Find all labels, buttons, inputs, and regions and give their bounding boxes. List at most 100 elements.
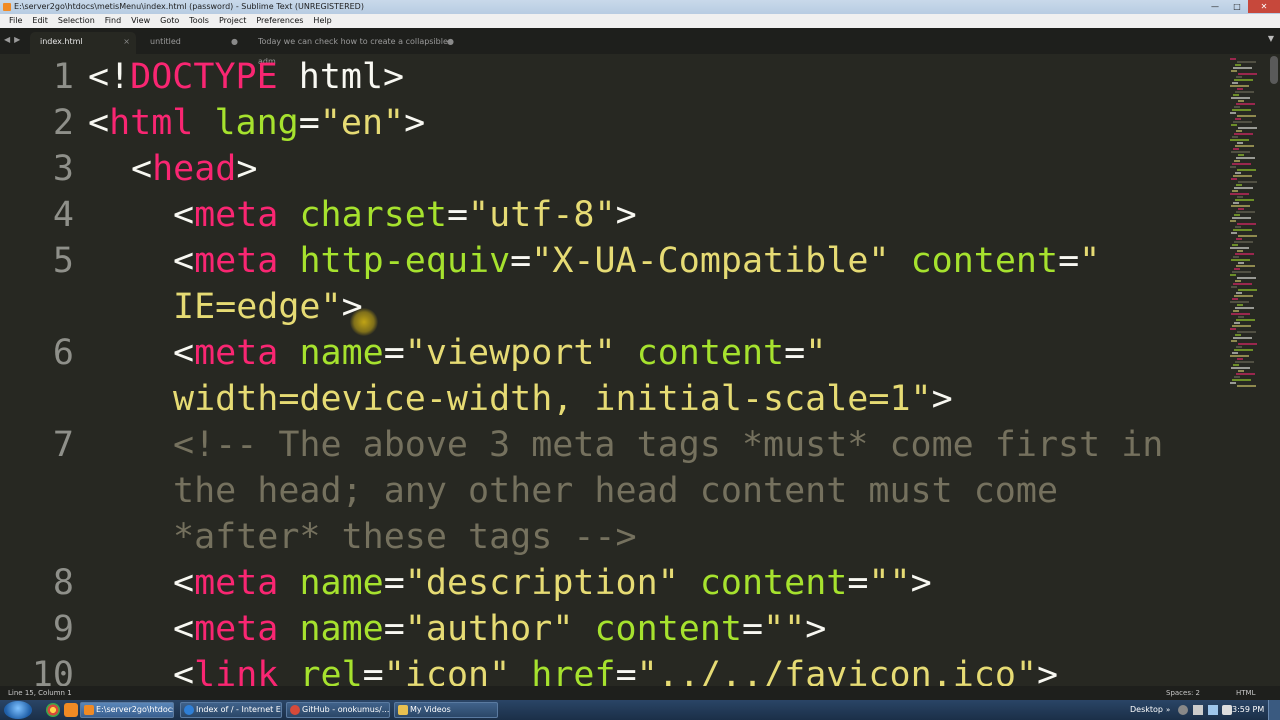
menu-find[interactable]: Find xyxy=(100,14,126,28)
start-button[interactable] xyxy=(4,701,32,719)
tab-label: untitled xyxy=(150,37,181,46)
minimap-line xyxy=(1235,253,1254,255)
show-desktop-button[interactable] xyxy=(1268,700,1280,720)
minimap-line xyxy=(1232,379,1251,381)
chrome-pinned-icon[interactable] xyxy=(46,703,60,717)
menu-edit[interactable]: Edit xyxy=(27,14,53,28)
minimap-line xyxy=(1230,58,1236,60)
tray-flag-icon[interactable] xyxy=(1193,705,1203,715)
tab-list-icon[interactable]: ▼ xyxy=(1268,34,1274,43)
line-number: 2 xyxy=(52,103,74,143)
minimap-line xyxy=(1237,88,1243,90)
minimap-line xyxy=(1234,268,1240,270)
minimap-line xyxy=(1238,181,1257,183)
minimap-line xyxy=(1236,76,1242,78)
minimap-line xyxy=(1230,112,1236,114)
minimap-line xyxy=(1232,352,1238,354)
minimap-line xyxy=(1237,169,1256,171)
minimap[interactable] xyxy=(1228,54,1268,404)
minimap-line xyxy=(1237,277,1256,279)
minimap-line xyxy=(1230,382,1236,384)
task-label: GitHub - onokumus/... xyxy=(302,705,390,714)
minimap-line xyxy=(1238,289,1257,291)
minimap-line xyxy=(1232,136,1238,138)
syntax-setting[interactable]: HTML xyxy=(1236,686,1255,700)
code-line: <!DOCTYPE html> xyxy=(88,57,405,97)
tab-untitled[interactable]: untitled ● xyxy=(140,32,244,54)
menu-goto[interactable]: Goto xyxy=(155,14,184,28)
minimap-line xyxy=(1233,148,1239,150)
minimap-line xyxy=(1233,94,1239,96)
sublime-icon xyxy=(84,705,94,715)
minimap-line xyxy=(1237,223,1256,225)
maximize-button[interactable]: □ xyxy=(1226,0,1248,13)
minimap-line xyxy=(1238,343,1257,345)
minimap-line xyxy=(1233,283,1252,285)
minimap-line xyxy=(1230,193,1249,195)
minimap-line xyxy=(1231,124,1237,126)
minimap-line xyxy=(1237,385,1256,387)
menu-tools[interactable]: Tools xyxy=(184,14,214,28)
taskbar-internet-explorer[interactable]: Index of / - Internet E... xyxy=(180,702,282,718)
tab-index-html[interactable]: index.html × xyxy=(30,32,136,54)
minimap-line xyxy=(1237,196,1243,198)
menu-help[interactable]: Help xyxy=(308,14,336,28)
desktop-toolbar[interactable]: Desktop xyxy=(1130,700,1163,720)
tab-nav-arrows[interactable]: ◀▶ xyxy=(4,35,24,44)
minimap-line xyxy=(1238,208,1244,210)
tab-dirty-dot-icon[interactable]: ● xyxy=(231,32,238,52)
desktop-toolbar-arrow-icon[interactable]: » xyxy=(1166,700,1170,720)
window-controls: — □ ✕ xyxy=(1204,0,1280,14)
minimap-line xyxy=(1235,361,1254,363)
menu-bar: File Edit Selection Find View Goto Tools… xyxy=(0,14,1280,28)
code-editor[interactable]: 1 <!DOCTYPE html> 2 <html lang="en"> 3 <head>… xyxy=(0,54,1228,686)
taskbar-my-videos[interactable]: My Videos xyxy=(394,702,498,718)
minimap-line xyxy=(1235,91,1254,93)
minimap-line xyxy=(1236,157,1255,159)
minimap-line xyxy=(1232,325,1251,327)
indentation-setting[interactable]: Spaces: 2 xyxy=(1166,686,1200,700)
menu-preferences[interactable]: Preferences xyxy=(251,14,308,28)
tab-dirty-dot-icon[interactable]: ● xyxy=(447,32,454,52)
minimap-line xyxy=(1231,151,1250,153)
tray-monitor-icon[interactable] xyxy=(1208,705,1218,715)
code-line: <head> xyxy=(131,149,258,189)
sublime-pinned-icon[interactable] xyxy=(64,703,78,717)
taskbar-sublime[interactable]: E:\server2go\htdocs\... xyxy=(80,702,174,718)
menu-view[interactable]: View xyxy=(126,14,155,28)
code-line: <!-- The above 3 meta tags *must* come f… xyxy=(173,425,1164,465)
minimap-line xyxy=(1233,121,1252,123)
tray-volume-icon[interactable] xyxy=(1222,705,1232,715)
taskbar-clock[interactable]: 3:59 PM xyxy=(1232,700,1264,720)
minimap-line xyxy=(1238,127,1257,129)
minimap-line xyxy=(1232,271,1251,273)
minimap-line xyxy=(1234,241,1253,243)
vertical-scrollbar[interactable] xyxy=(1270,56,1278,84)
status-bar: Line 15, Column 1 Spaces: 2 HTML xyxy=(0,686,1280,700)
close-button[interactable]: ✕ xyxy=(1248,0,1280,13)
minimap-line xyxy=(1234,295,1253,297)
minimap-line xyxy=(1234,106,1240,108)
tab-bar: ◀▶ index.html × untitled ● Today we can … xyxy=(0,28,1280,66)
minimap-line xyxy=(1234,160,1240,162)
minimap-line xyxy=(1232,163,1251,165)
line-number: 5 xyxy=(52,241,74,281)
minimap-line xyxy=(1230,139,1249,141)
minimap-line xyxy=(1234,214,1240,216)
code-line: <meta name="author" content=""> xyxy=(173,609,827,649)
menu-project[interactable]: Project xyxy=(214,14,251,28)
taskbar-chrome-github[interactable]: GitHub - onokumus/... xyxy=(286,702,390,718)
minimize-button[interactable]: — xyxy=(1204,0,1226,13)
tab-close-icon[interactable]: × xyxy=(123,32,130,52)
minimap-line xyxy=(1237,250,1243,252)
tray-network-icon[interactable] xyxy=(1178,705,1188,715)
task-label: My Videos xyxy=(410,705,451,714)
minimap-line xyxy=(1238,316,1244,318)
minimap-line xyxy=(1232,244,1238,246)
tab-collapsible-admin[interactable]: Today we can check how to create a colla… xyxy=(248,32,460,66)
line-number: 3 xyxy=(52,149,74,189)
minimap-line xyxy=(1238,370,1244,372)
menu-file[interactable]: File xyxy=(4,14,27,28)
menu-selection[interactable]: Selection xyxy=(53,14,100,28)
chrome-icon xyxy=(290,705,300,715)
